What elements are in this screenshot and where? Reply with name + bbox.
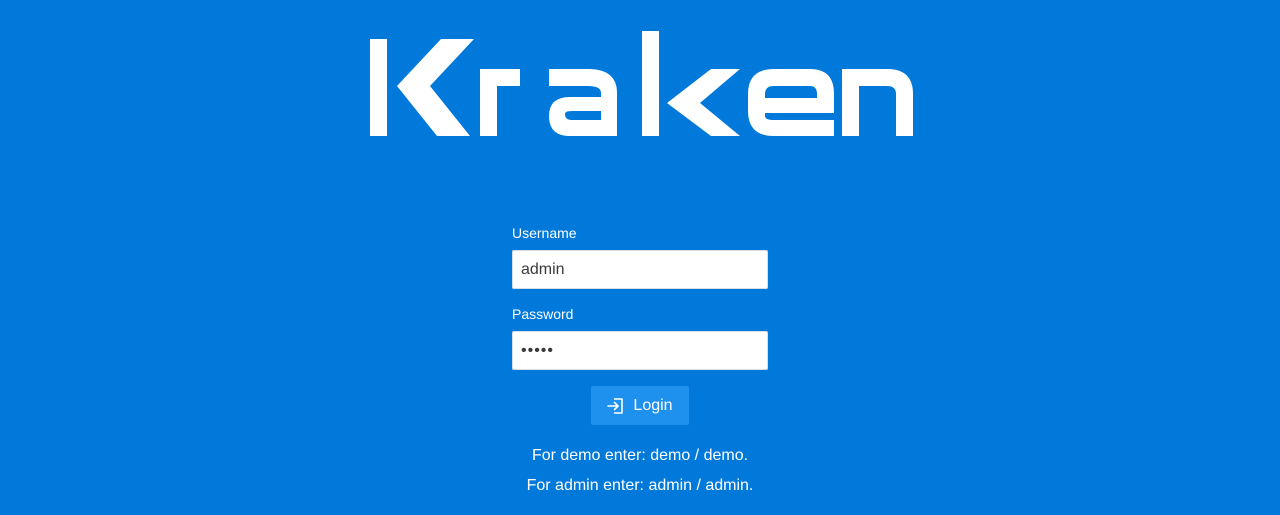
login-button[interactable]: Login	[591, 386, 689, 425]
password-input[interactable]	[512, 331, 768, 370]
admin-credentials-text: For admin enter: admin / admin.	[526, 477, 754, 494]
kraken-logo	[370, 31, 913, 137]
field-spacer	[512, 289, 768, 305]
login-form: Username Password Login	[512, 224, 768, 425]
login-button-label: Login	[633, 396, 673, 414]
password-label: Password	[512, 306, 574, 322]
login-icon	[607, 397, 625, 415]
username-label: Username	[512, 225, 577, 241]
demo-credentials-text: For demo enter: demo / demo.	[531, 447, 749, 464]
username-input[interactable]	[512, 250, 768, 289]
login-row: Login	[512, 386, 768, 425]
